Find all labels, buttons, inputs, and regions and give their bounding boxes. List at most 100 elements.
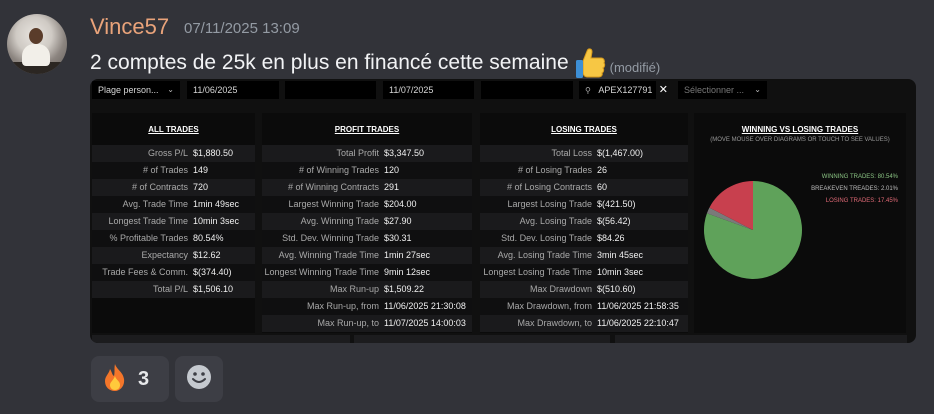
table-row: Avg. Winning Trade Time 1min 27sec bbox=[262, 247, 472, 264]
row-label: Total P/L bbox=[152, 284, 188, 294]
thumbs-up-icon bbox=[573, 45, 607, 81]
date-to-field[interactable]: 11/07/2025 bbox=[383, 81, 474, 99]
row-label: # of Losing Trades bbox=[517, 165, 592, 175]
table-row: Trade Fees & Comm. $(374.40) bbox=[92, 264, 255, 281]
row-value: $30.31 bbox=[384, 233, 412, 243]
profit-trades-title: PROFIT TRADES bbox=[334, 125, 400, 134]
table-row: Avg. Trade Time 1min 49sec bbox=[92, 196, 255, 213]
row-label: # of Contracts bbox=[131, 182, 188, 192]
pie-panel: WINNING VS LOSING TRADES (MOVE MOUSE OVE… bbox=[694, 113, 906, 333]
pie-legend: WINNING TRADES: 80.54% BREAKEVEN TREADES… bbox=[811, 171, 898, 207]
account-select[interactable]: Sélectionner ... ⌄ bbox=[678, 81, 767, 99]
table-row: # of Trades 149 bbox=[92, 162, 255, 179]
edited-label: (modifié) bbox=[609, 59, 661, 75]
row-label: Trade Fees & Comm. bbox=[102, 267, 188, 277]
trade-stats-screenshot[interactable]: Plage person... ⌄ 11/06/2025 11/07/2025 … bbox=[90, 79, 916, 343]
row-label: % Profitable Trades bbox=[109, 233, 188, 243]
row-value: $(374.40) bbox=[193, 267, 232, 277]
chevron-down-icon: ⌄ bbox=[754, 85, 761, 94]
row-value: 149 bbox=[193, 165, 209, 175]
row-label: # of Trades bbox=[142, 165, 188, 175]
row-label: Std. Dev. Winning Trade bbox=[282, 233, 379, 243]
row-value: $12.62 bbox=[193, 250, 221, 260]
losing-trades-title: LOSING TRADES bbox=[551, 125, 617, 134]
row-value: 1min 49sec bbox=[193, 199, 240, 209]
message-timestamp: 07/11/2025 13:09 bbox=[184, 20, 300, 37]
table-row: Std. Dev. Losing Trade $84.26 bbox=[480, 230, 688, 247]
table-row: Avg. Winning Trade $27.90 bbox=[262, 213, 472, 230]
row-value: 9min 12sec bbox=[384, 267, 431, 277]
close-icon[interactable]: ✕ bbox=[659, 81, 668, 99]
row-label: Avg. Trade Time bbox=[122, 199, 188, 209]
row-label: Gross P/L bbox=[147, 148, 188, 158]
add-reaction-button[interactable] bbox=[175, 356, 223, 402]
table-row: Longest Winning Trade Time 9min 12sec bbox=[262, 264, 472, 281]
row-label: Longest Losing Trade Time bbox=[483, 267, 592, 277]
table-row: Total P/L $1,506.10 bbox=[92, 281, 255, 298]
row-value: 11/06/2025 22:10:47 bbox=[597, 318, 679, 328]
table-row: # of Losing Contracts 60 bbox=[480, 179, 688, 196]
row-value: 80.54% bbox=[193, 233, 224, 243]
row-value: $27.90 bbox=[384, 216, 412, 226]
row-value: $1,506.10 bbox=[193, 284, 234, 294]
table-row: Avg. Losing Trade $(56.42) bbox=[480, 213, 688, 230]
table-row: Total Loss $(1,467.00) bbox=[480, 145, 688, 162]
row-value: $(56.42) bbox=[597, 216, 631, 226]
row-label: Largest Winning Trade bbox=[288, 199, 379, 209]
all-trades-title: ALL TRADES bbox=[148, 125, 199, 134]
avatar-head bbox=[29, 28, 43, 44]
row-value: $204.00 bbox=[384, 199, 417, 209]
fire-icon bbox=[101, 362, 129, 396]
strip-segment bbox=[92, 335, 350, 343]
row-label: Largest Losing Trade bbox=[507, 199, 592, 209]
bottom-panel-strip bbox=[90, 335, 916, 343]
row-label: # of Winning Contracts bbox=[287, 182, 379, 192]
chevron-down-icon: ⌄ bbox=[167, 85, 174, 94]
row-value: 26 bbox=[597, 165, 608, 175]
table-row: Max Run-up $1,509.22 bbox=[262, 281, 472, 298]
row-value: 10min 3sec bbox=[193, 216, 240, 226]
row-label: Avg. Losing Trade bbox=[519, 216, 592, 226]
row-value: $84.26 bbox=[597, 233, 625, 243]
row-label: Expectancy bbox=[141, 250, 188, 260]
table-row: Std. Dev. Winning Trade $30.31 bbox=[262, 230, 472, 247]
row-value: 120 bbox=[384, 165, 400, 175]
table-row: Max Drawdown, from 11/06/2025 21:58:35 bbox=[480, 298, 688, 315]
account-select-placeholder: Sélectionner ... bbox=[684, 85, 745, 95]
row-value: $(1,467.00) bbox=[597, 148, 644, 158]
profit-trades-panel: PROFIT TRADES Total Profit $3,347.50 # of… bbox=[262, 113, 472, 333]
table-row: Max Run-up, to 11/07/2025 14:00:03 bbox=[262, 315, 472, 332]
table-row: Max Drawdown $(510.60) bbox=[480, 281, 688, 298]
pie-subtitle: (MOVE MOUSE OVER DIAGRAMS OR TOUCH TO SE… bbox=[710, 137, 890, 143]
date-from-field[interactable]: 11/06/2025 bbox=[187, 81, 279, 99]
row-label: Avg. Winning Trade Time bbox=[278, 250, 379, 260]
table-row: Max Run-up, from 11/06/2025 21:30:08 bbox=[262, 298, 472, 315]
table-row: Longest Losing Trade Time 10min 3sec bbox=[480, 264, 688, 281]
profit-trades-rows: Total Profit $3,347.50 # of Winning Trade… bbox=[262, 145, 472, 332]
row-value: $3,347.50 bbox=[384, 148, 425, 158]
date-from-time-field[interactable] bbox=[285, 81, 376, 99]
row-value: 291 bbox=[384, 182, 400, 192]
reaction-count: 3 bbox=[138, 367, 150, 390]
date-to-time-field[interactable] bbox=[481, 81, 573, 99]
all-trades-panel: ALL TRADES Gross P/L $1,880.50 # of Trade… bbox=[92, 113, 255, 333]
account-search-field[interactable]: ⚲ APEX127791 ✕ bbox=[579, 81, 668, 99]
table-row: Avg. Losing Trade Time 3min 45sec bbox=[480, 247, 688, 264]
row-label: # of Losing Contracts bbox=[506, 182, 592, 192]
table-row: Max Drawdown, to 11/06/2025 22:10:47 bbox=[480, 315, 688, 332]
row-label: Max Drawdown, to bbox=[517, 318, 592, 328]
row-value: 11/06/2025 21:58:35 bbox=[597, 301, 679, 311]
author-name[interactable]: Vince57 bbox=[90, 14, 169, 40]
row-label: Std. Dev. Losing Trade bbox=[501, 233, 592, 243]
losing-trades-panel: LOSING TRADES Total Loss $(1,467.00) # of… bbox=[480, 113, 688, 333]
range-select[interactable]: Plage person... ⌄ bbox=[92, 81, 180, 99]
fire-reaction-button[interactable]: 3 bbox=[91, 356, 169, 402]
row-value: 11/06/2025 21:30:08 bbox=[384, 301, 466, 311]
row-label: Avg. Losing Trade Time bbox=[497, 250, 592, 260]
avatar[interactable] bbox=[7, 14, 67, 74]
row-label: Max Run-up bbox=[329, 284, 379, 294]
table-row: Longest Trade Time 10min 3sec bbox=[92, 213, 255, 230]
row-label: # of Winning Trades bbox=[298, 165, 379, 175]
table-row: Expectancy $12.62 bbox=[92, 247, 255, 264]
row-label: Longest Trade Time bbox=[108, 216, 188, 226]
